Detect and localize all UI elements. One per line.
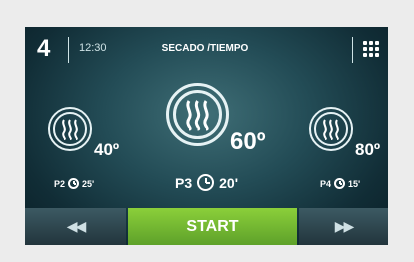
start-button[interactable]: START [128,208,297,245]
program-p3-info: P3 20' [175,174,238,191]
program-p3-temperature: 60º [230,128,266,155]
program-p4-info: P4 15' [320,178,360,189]
next-button[interactable]: ▶▶ [299,208,388,245]
screen-title: SECADO /TIEMPO [161,43,249,54]
heat-waves-icon [62,119,78,140]
previous-button[interactable]: ◀◀ [25,208,126,245]
program-p4-label: P4 [320,178,332,189]
heat-waves-icon [186,100,209,131]
program-p3-time: 20' [219,174,239,191]
top-bar: 4 12:30 SECADO /TIEMPO [25,27,388,73]
program-p4-temperature: 80º [355,140,381,159]
program-p2-info: P2 25' [54,178,94,189]
program-number[interactable]: 4 [37,35,50,63]
clock-icon [68,178,80,189]
program-p2-temperature: 40º [94,140,120,159]
heat-waves-icon [323,119,339,140]
display-screen: 4 12:30 SECADO /TIEMPO 40º P2 25' 60º P3… [25,27,388,245]
program-p3-button[interactable] [166,83,229,146]
menu-grid-icon[interactable] [363,41,379,57]
clock-icon [334,178,346,189]
program-p2-button[interactable] [48,107,92,151]
program-p3-label: P3 [175,174,193,191]
clock-icon [197,174,215,191]
program-p4-time: 15' [348,178,361,189]
divider [352,37,353,63]
program-p4-button[interactable] [309,107,353,151]
bottom-bar: ◀◀ START ▶▶ [25,208,388,245]
clock: 12:30 [79,42,107,54]
program-p2-time: 25' [82,178,95,189]
program-p2-label: P2 [54,178,66,189]
divider [68,37,69,63]
